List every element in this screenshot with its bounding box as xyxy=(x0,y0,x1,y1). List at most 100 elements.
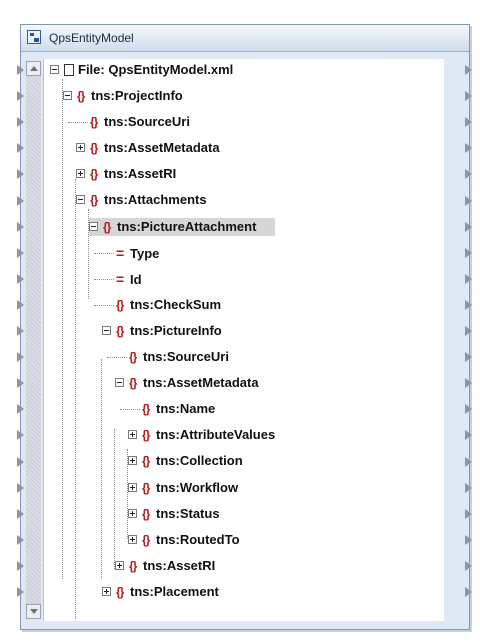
collapse-icon[interactable] xyxy=(63,91,72,100)
element-brace-icon: {} xyxy=(129,558,137,573)
output-connector-icon[interactable] xyxy=(465,404,472,415)
output-connector-icon[interactable] xyxy=(465,378,472,389)
output-connector-icon[interactable] xyxy=(465,169,472,180)
mapping-component[interactable]: QpsEntityModel File: QpsEntityModel.xml … xyxy=(17,24,472,630)
element-brace-icon: {} xyxy=(142,454,150,469)
input-connector-icon[interactable] xyxy=(17,352,24,363)
element-brace-icon: {} xyxy=(129,376,137,391)
collapse-icon[interactable] xyxy=(89,221,98,231)
attribute-equals-icon: = xyxy=(116,244,125,261)
output-connector-icon[interactable] xyxy=(465,482,472,493)
output-connector-icon[interactable] xyxy=(465,299,472,310)
input-connector-icon[interactable] xyxy=(17,508,24,519)
input-connector-icon[interactable] xyxy=(17,587,24,597)
input-connector-icon[interactable] xyxy=(17,534,24,545)
input-connector-icon[interactable] xyxy=(17,404,24,415)
tree-node-label: tns:Status xyxy=(156,505,220,521)
expand-icon[interactable] xyxy=(102,586,111,596)
output-connector-icon[interactable] xyxy=(465,247,472,258)
tree-connector-line xyxy=(107,357,127,358)
tree-guide-line xyxy=(88,209,89,299)
collapse-icon[interactable] xyxy=(102,325,111,335)
output-connector-icon[interactable] xyxy=(465,117,472,128)
attribute-equals-icon: = xyxy=(116,270,125,287)
element-brace-icon: {} xyxy=(90,167,98,182)
output-connector-icon[interactable] xyxy=(465,430,472,441)
output-connector-icon[interactable] xyxy=(465,352,472,363)
tree-node-label: tns:Workflow xyxy=(156,479,239,495)
output-connector-icon[interactable] xyxy=(465,195,472,206)
expand-icon[interactable] xyxy=(128,430,137,440)
input-connector-icon[interactable] xyxy=(17,456,24,467)
input-connector-icon[interactable] xyxy=(17,482,24,493)
output-connector-icon[interactable] xyxy=(465,65,472,75)
element-brace-icon: {} xyxy=(90,141,98,156)
tree-node-label: tns:RoutedTo xyxy=(156,531,240,547)
input-connector-icon[interactable] xyxy=(17,221,24,232)
input-connector-icon[interactable] xyxy=(17,91,24,102)
output-connector-icon[interactable] xyxy=(465,456,472,467)
tree-node[interactable]: {} tns:PictureAttachment xyxy=(89,217,275,236)
expand-icon[interactable] xyxy=(76,143,85,153)
expand-icon[interactable] xyxy=(76,169,85,179)
input-connector-icon[interactable] xyxy=(17,430,24,441)
tree-node-label: Type xyxy=(130,245,160,261)
tree-node-label: tns:Name xyxy=(156,401,216,417)
input-connector-icon[interactable] xyxy=(17,560,24,571)
output-connector-icon[interactable] xyxy=(465,273,472,284)
output-connector-icon[interactable] xyxy=(465,534,472,545)
tree-node-label: tns:SourceUri xyxy=(104,114,190,130)
component-titlebar[interactable]: QpsEntityModel xyxy=(21,25,469,52)
output-connector-icon[interactable] xyxy=(465,143,472,154)
element-brace-icon: {} xyxy=(103,219,111,234)
input-connector-icon[interactable] xyxy=(17,299,24,310)
tree-guide-line xyxy=(75,179,76,619)
input-connector-icon[interactable] xyxy=(17,326,24,336)
element-brace-icon: {} xyxy=(116,323,124,338)
tree-connector-line xyxy=(94,304,114,306)
input-connector-icon[interactable] xyxy=(17,143,24,154)
input-connector-icon[interactable] xyxy=(17,273,24,284)
tree-node-label: tns:AssetMetadata xyxy=(104,140,220,156)
output-connector-icon[interactable] xyxy=(465,587,472,597)
expand-icon[interactable] xyxy=(115,560,124,570)
scroll-down-button[interactable] xyxy=(26,604,41,619)
collapse-icon[interactable] xyxy=(115,378,124,388)
output-connector-icon[interactable] xyxy=(465,91,472,102)
element-brace-icon: {} xyxy=(142,532,150,547)
tree-node-label: tns:PictureInfo xyxy=(130,322,222,338)
component-title: QpsEntityModel xyxy=(49,31,134,45)
expand-icon[interactable] xyxy=(128,508,137,518)
input-connector-icon[interactable] xyxy=(17,169,24,180)
input-connector-icon[interactable] xyxy=(17,117,24,128)
tree-node-label: tns:Attachments xyxy=(104,192,207,208)
expand-icon[interactable] xyxy=(128,534,137,544)
input-connector-icon[interactable] xyxy=(17,378,24,389)
tree-connector-line xyxy=(94,252,114,254)
element-brace-icon: {} xyxy=(142,402,150,417)
collapse-icon[interactable] xyxy=(50,65,59,74)
element-brace-icon: {} xyxy=(129,350,137,364)
output-connector-icon[interactable] xyxy=(465,326,472,336)
tree-node-label: Id xyxy=(130,271,142,287)
tree-node-label: tns:CheckSum xyxy=(130,296,222,312)
expand-icon[interactable] xyxy=(128,482,137,492)
tree-node-label: tns:PictureAttachment xyxy=(117,218,257,234)
collapse-icon[interactable] xyxy=(76,195,85,205)
tree-connector-line xyxy=(68,122,88,124)
left-connectors xyxy=(17,61,25,617)
schema-tree: File: QpsEntityModel.xml {} tns:ProjectIn… xyxy=(43,59,444,621)
element-brace-icon: {} xyxy=(77,89,85,103)
tree-node-label: tns:Collection xyxy=(156,453,243,469)
vertical-scrollbar[interactable] xyxy=(26,61,41,619)
input-connector-icon[interactable] xyxy=(17,65,24,75)
expand-icon[interactable] xyxy=(128,456,137,466)
scroll-up-button[interactable] xyxy=(26,61,41,76)
tree-node-label: tns:AssetRI xyxy=(104,166,177,182)
output-connector-icon[interactable] xyxy=(465,508,472,519)
input-connector-icon[interactable] xyxy=(17,247,24,258)
element-brace-icon: {} xyxy=(142,480,150,495)
output-connector-icon[interactable] xyxy=(465,560,472,571)
output-connector-icon[interactable] xyxy=(465,221,472,232)
input-connector-icon[interactable] xyxy=(17,195,24,206)
